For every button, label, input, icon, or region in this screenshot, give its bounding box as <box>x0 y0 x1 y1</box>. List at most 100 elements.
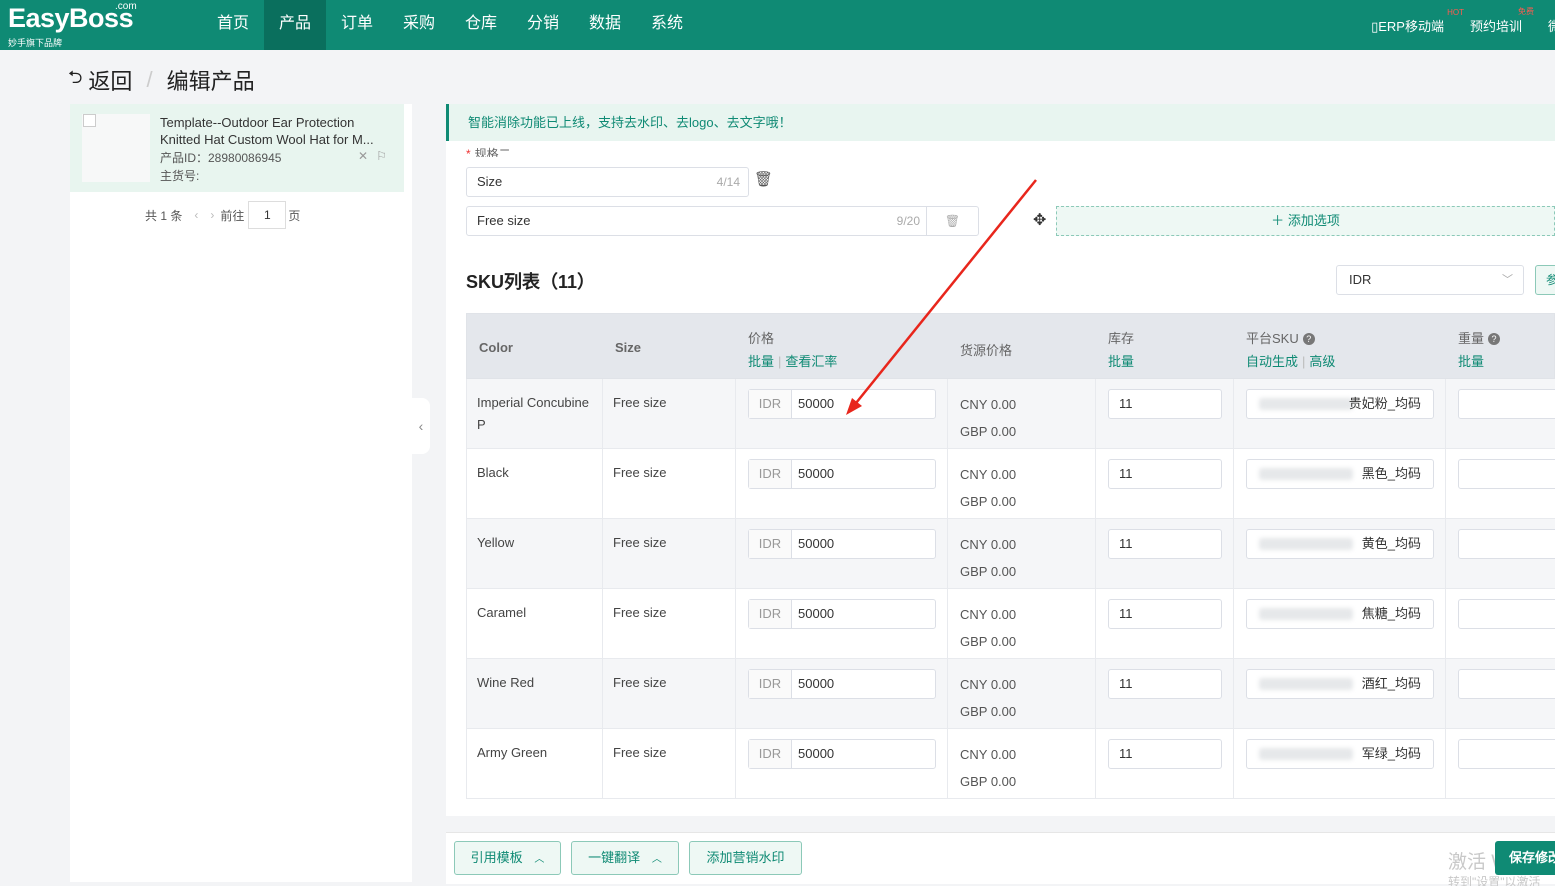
weight-input[interactable] <box>1458 459 1555 489</box>
add-watermark-button[interactable]: 添加营销水印 <box>689 841 802 875</box>
cell-source-price: CNY 0.00 GBP 0.00 <box>948 729 1096 799</box>
source-price: CNY 0.00 GBP 0.00 <box>960 601 1016 655</box>
bottom-action-bar: 引用模板 ︿ 一键翻译 ︿ 添加营销水印 激活 W 转到"设置"以激活 保存修改 <box>446 832 1555 886</box>
platform-sku-value: 贵妃粉_均码 <box>1348 396 1421 411</box>
cell-source-price: CNY 0.00 GBP 0.00 <box>948 519 1096 589</box>
platform-sku-input[interactable]: 黄色_均码 <box>1246 529 1434 559</box>
stock-input[interactable]: 11 <box>1108 529 1222 559</box>
stock-input[interactable]: 11 <box>1108 739 1222 769</box>
erp-mobile-link[interactable]: ▯ERP移动端 HOT <box>1371 8 1464 35</box>
platform-sku-input[interactable]: 酒红_均码 <box>1246 669 1434 699</box>
product-card[interactable]: Template--Outdoor Ear Protection Knitted… <box>70 104 404 192</box>
option-trash-icon[interactable]: 🗑 <box>926 207 978 235</box>
color-value: Wine Red <box>477 675 535 690</box>
col-platform-sku: 平台SKU? 自动生成 | 高级 <box>1234 314 1446 380</box>
nav-data[interactable]: 数据 <box>574 0 636 50</box>
platform-sku-input[interactable]: 军绿_均码 <box>1246 739 1434 769</box>
wechat-link[interactable]: 微 <box>1548 16 1555 35</box>
price-value: 50000 <box>798 396 835 411</box>
weight-batch-link[interactable]: 批量 <box>1458 351 1484 370</box>
cell-source-price: CNY 0.00 GBP 0.00 <box>948 449 1096 519</box>
price-input[interactable]: IDR 50000 <box>748 599 936 629</box>
col-weight-label: 重量 <box>1458 331 1485 346</box>
platform-sku-input[interactable]: 黑色_均码 <box>1246 459 1434 489</box>
close-icon[interactable]: ✕ <box>358 149 368 163</box>
price-currency: IDR <box>749 740 792 768</box>
cell-stock: 11 <box>1096 729 1234 799</box>
translate-label: 一键翻译 <box>588 850 641 865</box>
page-input[interactable]: 1 <box>248 201 287 229</box>
use-template-button[interactable]: 引用模板 ︿ <box>454 841 561 875</box>
help-icon[interactable]: ? <box>1488 333 1501 345</box>
source-price: CNY 0.00 GBP 0.00 <box>960 461 1016 515</box>
stock-input[interactable]: 11 <box>1108 669 1222 699</box>
chevron-left-icon: ‹ <box>418 418 424 434</box>
stock-input[interactable]: 11 <box>1108 389 1222 419</box>
nav-distribution[interactable]: 分销 <box>512 0 574 50</box>
sku-setting-button[interactable]: 参 <box>1535 265 1555 295</box>
weight-input[interactable] <box>1458 739 1555 769</box>
source-price-gbp: GBP 0.00 <box>960 774 1017 789</box>
platform-sku-value: 黑色_均码 <box>1361 466 1421 481</box>
psku-adv-link[interactable]: 高级 <box>1309 354 1335 369</box>
use-template-label: 引用模板 <box>470 850 523 865</box>
spec-name-input[interactable]: Size 4/14 <box>466 167 749 197</box>
page-title: 编辑产品 <box>166 69 255 94</box>
col-price: 价格 批量 | 查看汇率 <box>736 314 948 380</box>
nav-orders[interactable]: 订单 <box>326 0 388 50</box>
next-page-icon[interactable]: › <box>210 208 214 222</box>
platform-sku-input[interactable]: 贵妃粉_均码 <box>1246 389 1434 419</box>
psku-auto-link[interactable]: 自动生成 <box>1246 354 1298 369</box>
add-option-button[interactable]: ＋ 添加选项 <box>1056 206 1555 236</box>
product-checkbox[interactable] <box>83 114 96 127</box>
price-input[interactable]: IDR 50000 <box>748 459 936 489</box>
back-link[interactable]: 返回 <box>88 64 132 96</box>
price-input[interactable]: IDR 50000 <box>748 739 936 769</box>
source-price-gbp: GBP 0.00 <box>960 704 1017 719</box>
weight-input[interactable] <box>1458 389 1555 419</box>
price-rate-link[interactable]: 查看汇率 <box>785 354 837 369</box>
weight-input[interactable] <box>1458 599 1555 629</box>
price-batch-link[interactable]: 批量 <box>748 354 774 369</box>
stock-input[interactable]: 11 <box>1108 459 1222 489</box>
page-header: ⮌ 返回 / 编辑产品 <box>68 64 255 96</box>
cell-platform-sku: 焦糖_均码 <box>1234 589 1446 659</box>
source-price-cny: CNY 0.00 <box>960 467 1017 482</box>
source-price-cny: CNY 0.00 <box>960 677 1017 692</box>
stock-batch-link[interactable]: 批量 <box>1108 351 1134 370</box>
training-link[interactable]: 预约培训 免费 <box>1470 7 1534 35</box>
spec-option-input[interactable]: Free size 9/20 🗑 <box>466 206 979 236</box>
blurred-sku-prefix <box>1259 748 1353 760</box>
collapse-panel-handle[interactable]: ‹ <box>412 398 430 454</box>
required-mark: * <box>466 147 471 157</box>
weight-input[interactable] <box>1458 669 1555 699</box>
blurred-sku-prefix <box>1259 468 1353 480</box>
back-icon[interactable]: ⮌ <box>68 65 82 95</box>
currency-select[interactable]: IDR ﹀ <box>1336 265 1524 295</box>
source-price: CNY 0.00 GBP 0.00 <box>960 741 1016 795</box>
top-right-links: ▯ERP移动端 HOT 预约培训 免费 微 <box>1371 0 1555 50</box>
trash-icon[interactable]: 🗑 <box>754 170 773 188</box>
price-input[interactable]: IDR 50000 <box>748 669 936 699</box>
nav-warehouse[interactable]: 仓库 <box>450 0 512 50</box>
drag-move-icon[interactable]: ✥ <box>1033 210 1046 230</box>
source-price-gbp: GBP 0.00 <box>960 494 1017 509</box>
weight-input[interactable] <box>1458 529 1555 559</box>
prev-page-icon[interactable]: ‹ <box>194 208 198 222</box>
nav-home[interactable]: 首页 <box>202 0 264 50</box>
help-icon[interactable]: ? <box>1302 333 1315 345</box>
table-row: Black Free size IDR 50000 CNY 0.00 GBP 0.00 11… <box>466 449 1555 519</box>
stock-input[interactable]: 11 <box>1108 599 1222 629</box>
platform-sku-input[interactable]: 焦糖_均码 <box>1246 599 1434 629</box>
price-input[interactable]: IDR 50000 <box>748 389 936 419</box>
price-input[interactable]: IDR 50000 <box>748 529 936 559</box>
nav-products[interactable]: 产品 <box>264 0 326 50</box>
size-value: Free size <box>613 745 667 760</box>
save-button[interactable]: 保存修改 <box>1495 841 1555 875</box>
pager-goto-label: 前往 <box>220 208 245 223</box>
flag-icon[interactable]: ⚐ <box>376 149 387 163</box>
logo[interactable]: EasyBoss .com 妙手旗下品牌 <box>8 1 137 48</box>
nav-system[interactable]: 系统 <box>636 0 698 50</box>
nav-purchase[interactable]: 采购 <box>388 0 450 50</box>
translate-button[interactable]: 一键翻译 ︿ <box>571 841 679 875</box>
